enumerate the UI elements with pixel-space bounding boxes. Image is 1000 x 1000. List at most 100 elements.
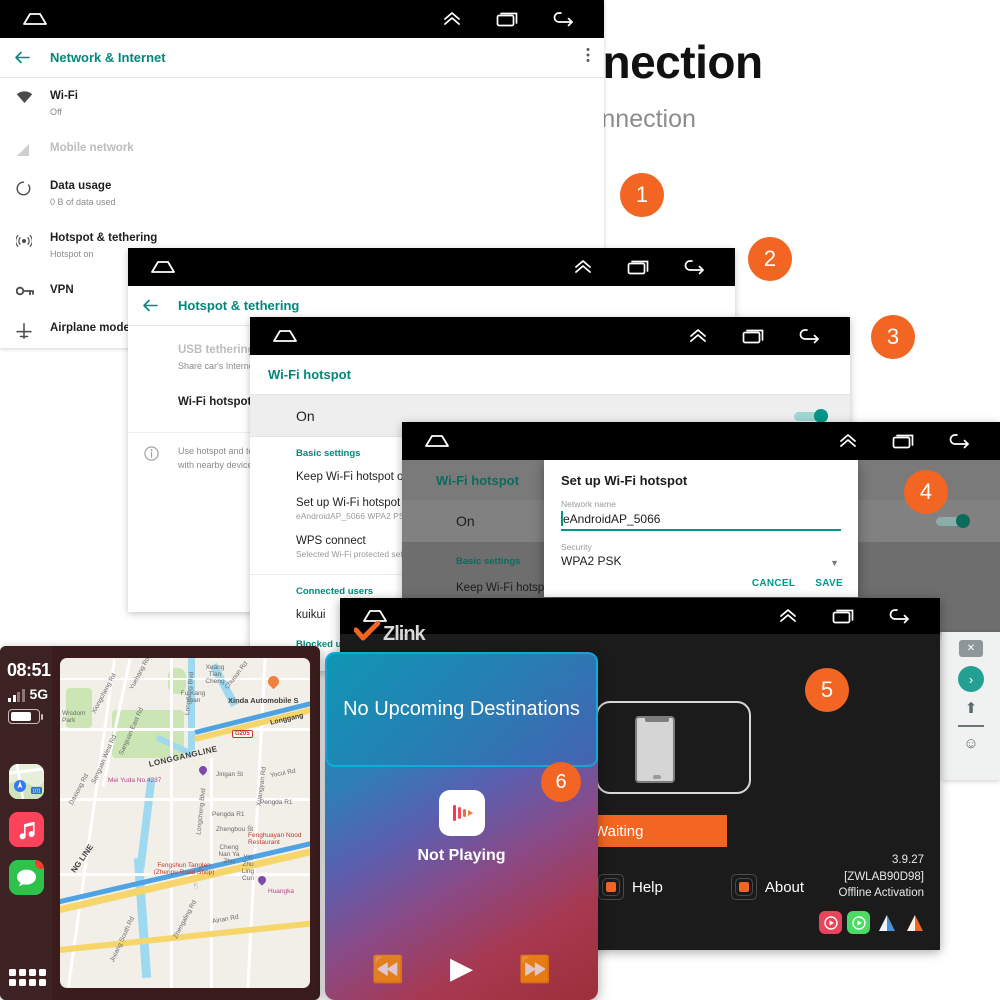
panel3-title: Wi-Fi hotspot [268,367,351,382]
zlink-footer: Help About [598,874,804,900]
upcoming-destinations-card[interactable]: No Upcoming Destinations [325,652,598,767]
fast-forward-icon[interactable]: ⏩ [519,956,551,982]
phone-device-icon [596,701,751,794]
map-street-label: Yuehang Rd [128,658,152,691]
sidebar-item-sublabel: Off [50,106,62,117]
apple-music-icon[interactable] [438,790,485,836]
sidebar-item-sublabel: 0 B of data used [50,196,116,207]
shift-up-icon[interactable]: ⬆ [965,701,978,716]
step-badge-5: 5 [805,668,849,712]
security-select[interactable]: WPA2 PSK ▼ [561,552,841,570]
android-navbar [250,317,850,355]
help-label: Help [632,878,663,896]
home-icon[interactable] [150,260,176,274]
map-poi-label: Pengda R1 [260,799,293,806]
arrow-left-icon[interactable] [14,51,30,64]
sidebar-item-label: Mobile network [50,142,134,155]
battery-icon [8,709,43,724]
panel1-title: Network & Internet [50,50,166,65]
app-grid-icon[interactable] [9,969,46,986]
recents-icon[interactable] [496,11,518,27]
map-poi-label: Xuang Tian Cheng [205,664,225,685]
sidebar-item-label: Airplane mode [50,321,130,334]
panel4-underlying-group-basic: Basic settings [456,556,521,567]
android-auto-orange-icon[interactable] [903,911,926,934]
panel4-underlying-on-label: On [456,513,475,529]
sidebar-item-label: Hotspot & tethering [50,232,158,245]
recents-icon[interactable] [627,259,649,275]
messages-app-icon[interactable] [9,860,44,895]
recents-icon[interactable] [832,608,854,624]
expand-up-icon[interactable] [573,259,593,275]
play-icon[interactable]: ▶ [450,951,473,986]
arrow-left-icon[interactable] [142,299,158,312]
hotspot-on-label: On [296,407,315,424]
back-icon[interactable] [888,608,910,624]
data-usage-icon [16,179,50,196]
carplay-network-label: 5G [29,686,49,702]
help-button[interactable]: Help [598,874,663,900]
back-icon[interactable] [948,433,970,449]
expand-up-icon[interactable] [442,11,462,27]
map-pin [256,874,268,886]
sidebar-item-mobile-network[interactable]: Mobile network [0,130,604,168]
map-poi-label: Wisdom Park [62,710,86,724]
network-name-label: Network name [561,499,616,509]
svg-text:101: 101 [32,789,41,795]
map-pin [265,673,282,690]
home-icon[interactable] [22,12,48,26]
list-item-label: USB tethering [178,344,255,356]
maps-app-icon[interactable]: 101 [9,764,44,799]
map-street-label: Jingan St [216,771,244,778]
cancel-button[interactable]: CANCEL [752,578,795,589]
map-poi-label: Mei Yuda No.4237 [108,777,162,784]
dialog-title: Set up Wi-Fi hotspot [561,473,688,488]
back-icon[interactable] [683,259,705,275]
expand-up-icon[interactable] [688,328,708,344]
android-navbar [0,0,604,38]
carplay-red-icon[interactable] [819,911,842,934]
expand-up-icon[interactable] [838,433,858,449]
recents-icon[interactable] [892,433,914,449]
back-icon[interactable] [552,11,574,27]
about-square-icon [730,874,757,900]
sidebar-item-label: Data usage [50,180,112,193]
carplay-map[interactable]: G205 LONGGANGLINE NG LINE Longgang Xinda… [60,658,310,988]
poster-stage: WIFI hotspot connection Car player WIFI … [0,0,1000,1000]
home-icon[interactable] [272,329,298,343]
save-button[interactable]: SAVE [815,578,843,589]
step-badge-4: 4 [904,470,948,514]
sidebar-item-wifi[interactable]: Wi-Fi Off [0,78,604,130]
home-icon[interactable] [424,434,450,448]
network-name-input[interactable]: eAndroidAP_5066 [561,509,841,531]
carplay-green-icon[interactable] [847,911,870,934]
map-street-label: Yocui Rd [269,767,297,780]
map-poi-label: Fengshun Tanglen (Zhenpu Road Shop) [153,862,215,876]
sidebar-item-data-usage[interactable]: Data usage 0 B of data used [0,168,604,220]
emoji-icon[interactable]: ☺ [963,736,978,751]
panel4-underlying-toggle [936,514,970,528]
backspace-icon[interactable]: ✕ [959,640,983,657]
recents-icon[interactable] [742,328,764,344]
music-app-icon[interactable] [9,812,44,847]
step-badge-2: 2 [748,237,792,281]
notification-badge [35,860,44,869]
spacer-icon [144,343,178,345]
cellular-icon [16,141,50,157]
android-auto-blue-icon[interactable] [875,911,898,934]
zlink-check-icon [353,620,381,648]
about-button[interactable]: About [730,874,804,900]
overflow-menu-icon[interactable] [586,47,590,68]
expand-up-icon[interactable] [778,608,798,624]
hotspot-toggle[interactable] [794,408,828,423]
setup-wifi-hotspot-dialog: Set up Wi-Fi hotspot Network name eAndro… [544,460,858,597]
map-poi-label: Pengda R1 [212,811,245,818]
wifi-icon [16,89,50,104]
chevron-right-icon[interactable]: › [958,666,984,692]
zlink-brand: Zlink [353,620,426,648]
back-icon[interactable] [798,328,820,344]
map-poi-label: 🍴 [246,825,255,832]
device-id-text: [ZWLAB90D98] [844,870,924,883]
panel2-title: Hotspot & tethering [178,298,300,313]
rewind-icon[interactable]: ⏪ [372,956,404,982]
